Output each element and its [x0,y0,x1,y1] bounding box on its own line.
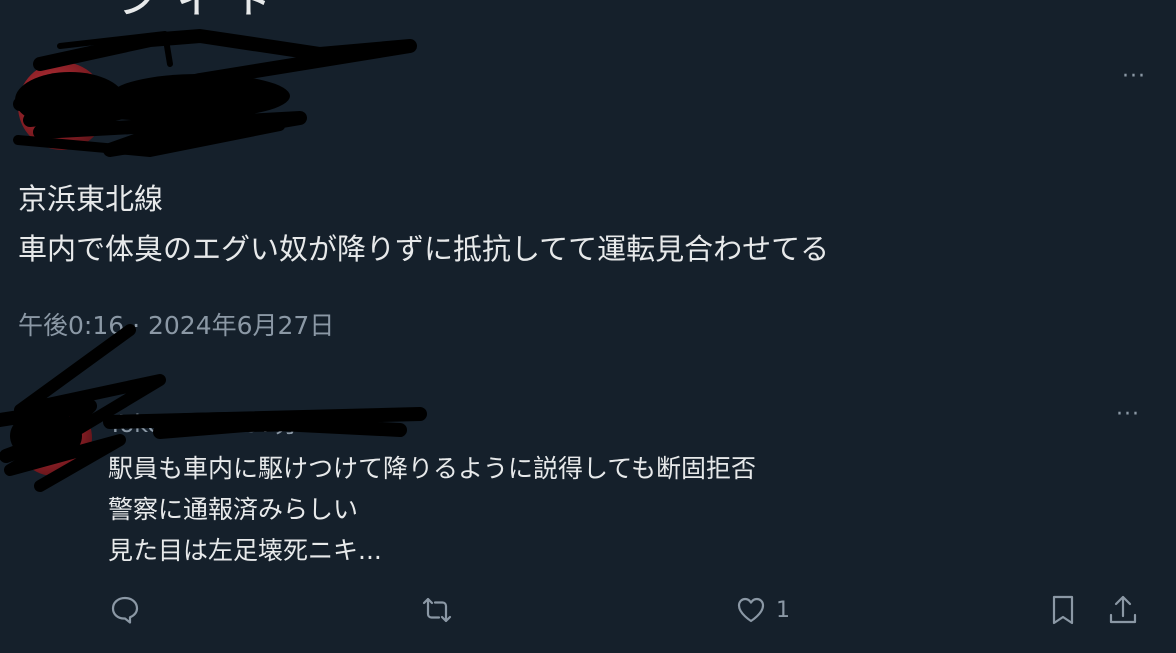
like-button[interactable]: 1 [734,592,790,628]
more-options-icon[interactable]: ··· [1122,64,1146,89]
reply-text-line: 警察に通報済みらしい [108,495,359,524]
retweet-button[interactable] [420,592,454,628]
cut-off-title: ン イ ト [120,0,276,22]
reply-text-line: 見た目は左足壊死ニキ... [108,536,382,565]
reply-text-line: 駅員も車内に駆けつけて降りるように説得しても断固拒否 [108,454,757,483]
tweet-text-line: 車内で体臭のエグい奴が降りずに抵抗してて運転見合わせてる [18,232,830,266]
reply-time[interactable]: · 37分 [221,410,299,438]
tweet-detail-page: ン イ ト ··· 京浜東北線 車内で体臭のエグい奴が降りずに抵抗してて運転見合… [0,0,1176,653]
like-count: 1 [776,597,790,623]
heart-icon [737,597,765,623]
tweet-text-line: 京浜東北線 [18,182,164,216]
reply-header: Yoke_SAS · 37分 [108,404,299,439]
avatar[interactable] [18,62,106,150]
reply-more-options-icon[interactable]: ··· [1116,402,1140,427]
reply-icon [111,596,139,624]
bookmark-icon [1052,595,1074,625]
share-button[interactable] [1106,592,1140,628]
reply-avatar[interactable] [16,400,92,476]
tweet-timestamp[interactable]: 午後0:16 · 2024年6月27日 [18,306,334,342]
reply-button[interactable] [108,592,142,628]
share-icon [1109,595,1137,624]
bookmark-button[interactable] [1046,592,1080,628]
reply-author-handle[interactable]: Yoke_SAS [108,410,221,438]
retweet-icon [422,597,452,623]
